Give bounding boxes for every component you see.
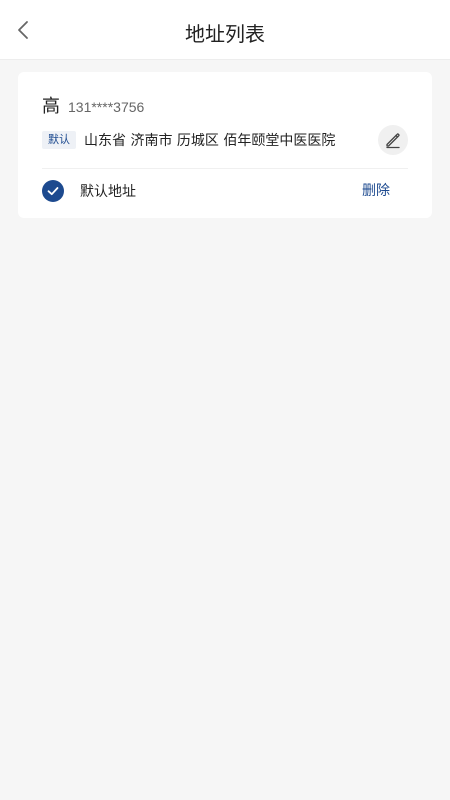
address-card: 高 131****3756 默认 山东省 济南市 历城区 佰年颐堂中医医院 默认… [18, 72, 432, 218]
checkmark-icon [47, 187, 59, 196]
contact-row: 高 131****3756 [42, 92, 144, 118]
default-tag: 默认 [42, 131, 76, 149]
contact-phone: 131****3756 [68, 99, 145, 115]
edit-address-button[interactable] [378, 125, 408, 155]
pencil-icon [386, 133, 400, 149]
card-divider [42, 168, 408, 169]
address-row: 默认 山东省 济南市 历城区 佰年颐堂中医医院 [42, 130, 335, 150]
contact-name: 高 [42, 96, 60, 117]
set-default-toggle[interactable]: 默认地址 [42, 180, 136, 202]
checkmark-circle-icon[interactable] [42, 180, 64, 202]
page-title: 地址列表 [185, 22, 265, 46]
delete-button[interactable]: 删除 [362, 182, 390, 200]
header-bar: 地址列表 [0, 0, 450, 60]
default-address-label: 默认地址 [80, 184, 136, 200]
address-text: 山东省 济南市 历城区 佰年颐堂中医医院 [84, 133, 336, 149]
